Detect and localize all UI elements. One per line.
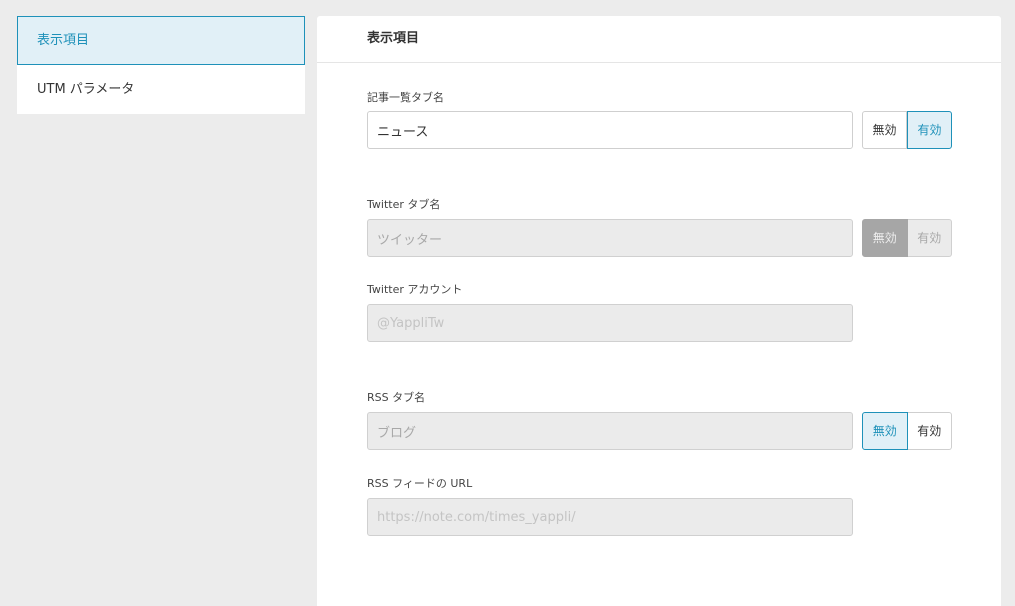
twitter-tab-toggle: 無効 有効: [862, 219, 952, 257]
sidebar: 表示項目 UTM パラメータ: [17, 16, 305, 114]
twitter-tab-enable-button[interactable]: 有効: [907, 219, 952, 257]
twitter-account-input[interactable]: [367, 304, 853, 342]
article-tab-toggle: 無効 有効: [862, 111, 952, 149]
rss-feed-input[interactable]: [367, 498, 853, 536]
article-tab-disable-button[interactable]: 無効: [862, 111, 907, 149]
rss-tab-input[interactable]: [367, 412, 853, 450]
sidebar-item-display-items[interactable]: 表示項目: [17, 16, 305, 65]
settings-panel: 表示項目 記事一覧タブ名 無効 有効 Twitter タブ名 無効 有効 Twi…: [317, 16, 1001, 606]
article-tab-label: 記事一覧タブ名: [367, 91, 444, 104]
article-tab-input[interactable]: [367, 111, 853, 149]
rss-tab-label: RSS タブ名: [367, 391, 426, 404]
rss-tab-enable-button[interactable]: 有効: [907, 412, 952, 450]
panel-title: 表示項目: [317, 16, 1001, 63]
rss-tab-toggle: 無効 有効: [862, 412, 952, 450]
rss-feed-label: RSS フィードの URL: [367, 477, 473, 490]
twitter-account-label: Twitter アカウント: [367, 283, 463, 296]
rss-tab-disable-button[interactable]: 無効: [862, 412, 908, 450]
sidebar-item-utm-parameters[interactable]: UTM パラメータ: [17, 65, 305, 114]
twitter-tab-label: Twitter タブ名: [367, 198, 441, 211]
article-tab-enable-button[interactable]: 有効: [907, 111, 952, 149]
twitter-tab-input[interactable]: [367, 219, 853, 257]
twitter-tab-disable-button[interactable]: 無効: [862, 219, 908, 257]
